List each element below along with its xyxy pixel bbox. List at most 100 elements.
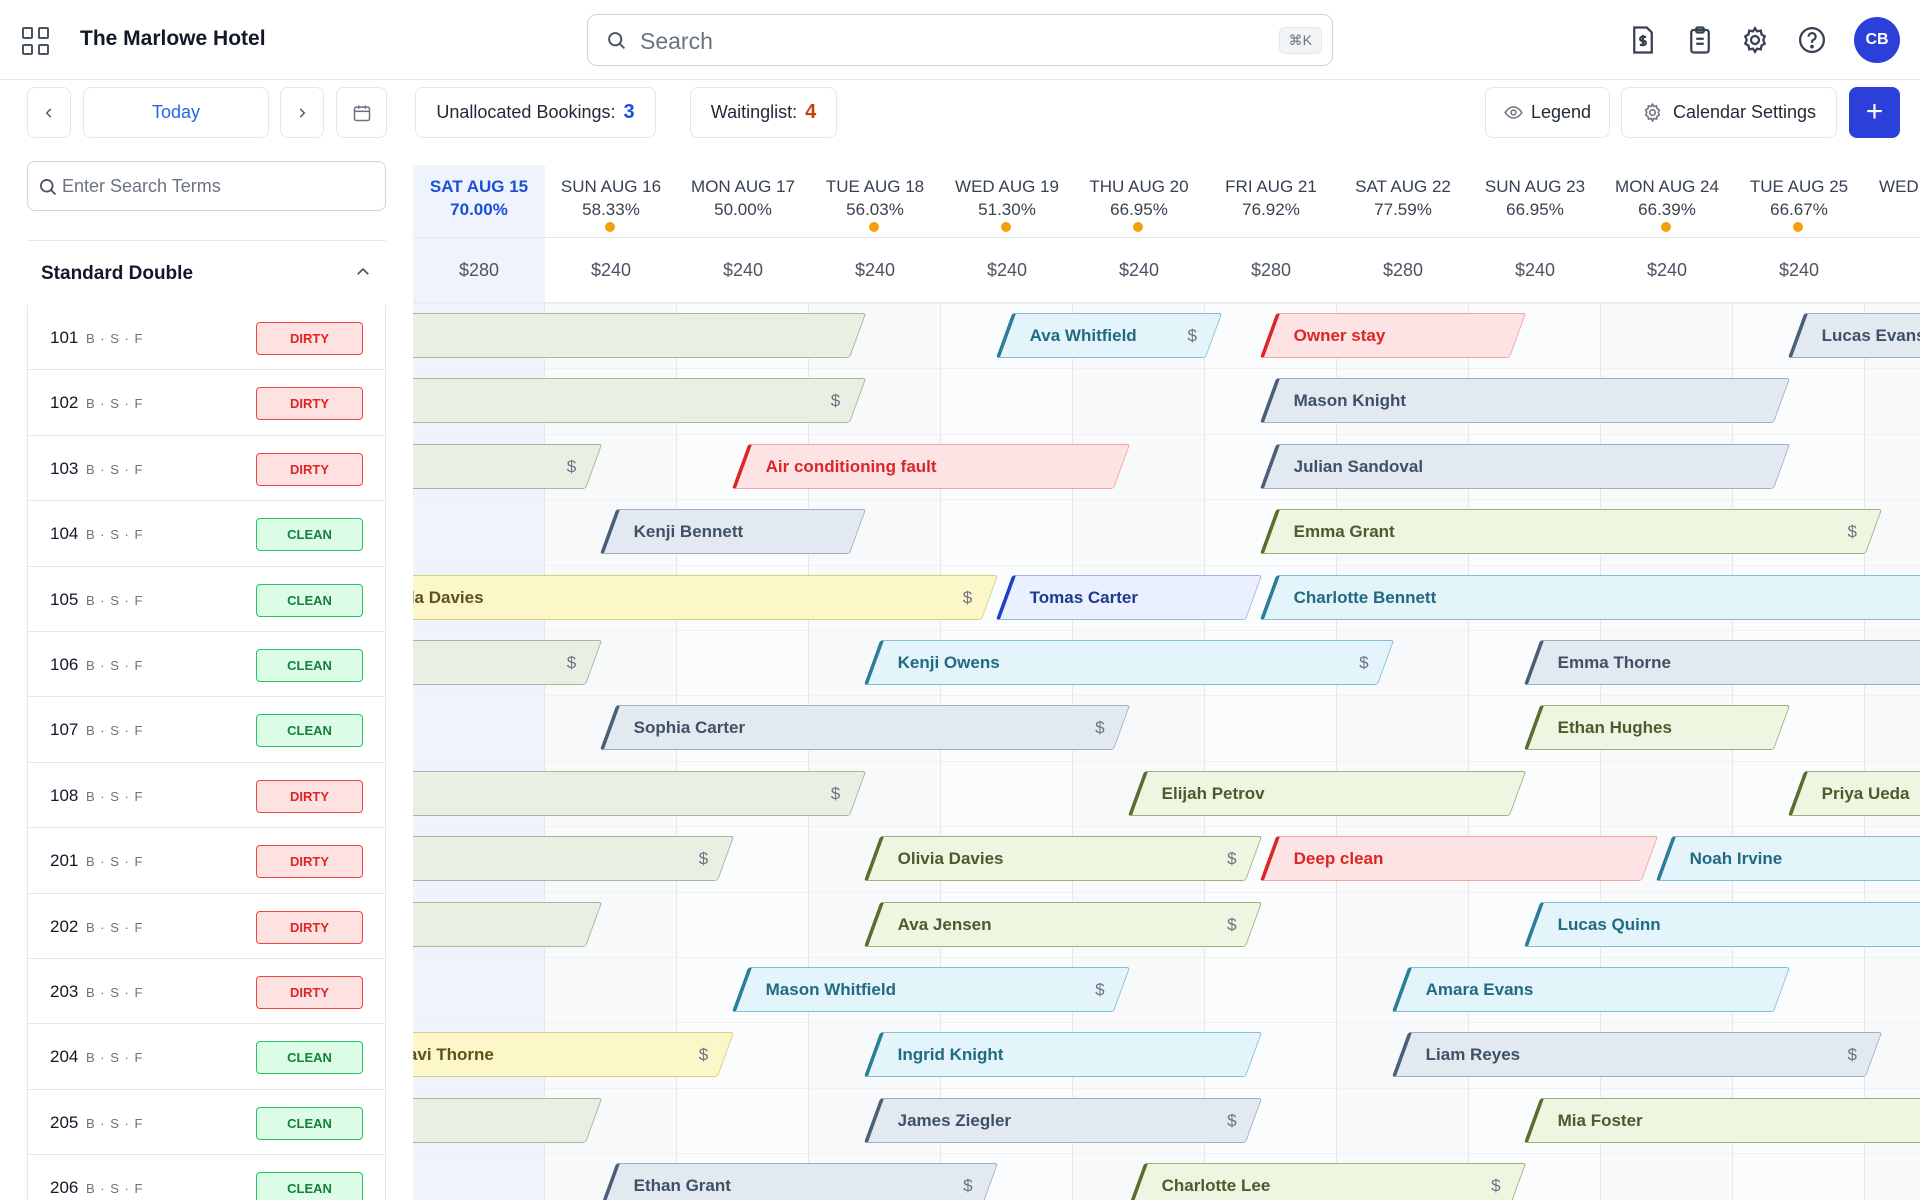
room-row[interactable]: 204 B · S · F CLEAN bbox=[28, 1024, 385, 1090]
help-icon[interactable] bbox=[1797, 25, 1827, 55]
booking-bar[interactable]: Ethan Grant $ bbox=[599, 1163, 998, 1200]
day-rate[interactable]: $240 bbox=[1073, 238, 1205, 303]
today-button[interactable]: Today bbox=[83, 87, 269, 138]
day-rate[interactable]: $240 bbox=[545, 238, 677, 303]
booking-bar[interactable]: $ bbox=[413, 378, 866, 424]
clipboard-icon[interactable] bbox=[1685, 25, 1715, 55]
booking-bar[interactable]: Priya Ueda bbox=[1787, 770, 1920, 816]
day-header[interactable]: SAT AUG 15 70.00% bbox=[413, 165, 545, 238]
day-rate[interactable]: $240 bbox=[1733, 238, 1865, 303]
booking-bar[interactable]: Amara Evans bbox=[1391, 967, 1790, 1012]
room-row[interactable]: 106 B · S · F CLEAN bbox=[28, 632, 385, 698]
booking-bar[interactable]: Kenji Owens $ bbox=[863, 640, 1394, 685]
room-row[interactable]: 102 B · S · F DIRTY bbox=[28, 370, 385, 436]
booking-bar[interactable]: Mia Foster bbox=[1523, 1097, 1920, 1143]
unallocated-bookings-button[interactable]: Unallocated Bookings: 3 bbox=[415, 87, 656, 138]
booking-bar[interactable]: Olivia Davies $ bbox=[863, 836, 1262, 882]
room-row[interactable]: 205 B · S · F CLEAN bbox=[28, 1090, 385, 1156]
booking-bar[interactable]: $ bbox=[413, 443, 602, 489]
booking-bar[interactable]: Isla Davies $ bbox=[413, 574, 998, 620]
housekeeping-status-badge[interactable]: DIRTY bbox=[256, 910, 363, 944]
day-header[interactable]: FRI AUG 21 76.92% bbox=[1205, 165, 1337, 238]
add-booking-button[interactable]: + bbox=[1849, 87, 1900, 138]
booking-bar[interactable] bbox=[413, 901, 602, 947]
housekeeping-status-badge[interactable]: CLEAN bbox=[256, 518, 363, 552]
booking-bar[interactable]: Deep clean bbox=[1259, 836, 1658, 882]
day-header[interactable]: WED AUG 26 64 bbox=[1865, 165, 1920, 238]
room-row[interactable]: 203 B · S · F DIRTY bbox=[28, 959, 385, 1025]
day-rate[interactable]: $240 bbox=[677, 238, 809, 303]
legend-button[interactable]: Legend bbox=[1485, 87, 1610, 138]
booking-bar[interactable]: Mason Whitfield $ bbox=[731, 967, 1130, 1012]
booking-bar[interactable]: Ethan Hughes bbox=[1523, 705, 1790, 751]
housekeeping-status-badge[interactable]: DIRTY bbox=[256, 322, 363, 355]
booking-bar[interactable]: Kenji Bennett bbox=[599, 509, 866, 555]
day-rate[interactable]: $240 bbox=[1469, 238, 1601, 303]
day-header[interactable]: MON AUG 17 50.00% bbox=[677, 165, 809, 238]
room-row[interactable]: 201 B · S · F DIRTY bbox=[28, 828, 385, 894]
booking-bar[interactable]: Emma Grant $ bbox=[1259, 509, 1883, 555]
room-row[interactable]: 107 B · S · F CLEAN bbox=[28, 697, 385, 763]
housekeeping-status-badge[interactable]: DIRTY bbox=[256, 975, 363, 1009]
date-picker-button[interactable] bbox=[336, 87, 387, 138]
housekeeping-status-badge[interactable]: CLEAN bbox=[256, 583, 363, 617]
booking-bar[interactable]: Lucas Evans bbox=[1787, 313, 1920, 358]
booking-bar[interactable]: Julian Sandoval bbox=[1259, 443, 1790, 489]
room-row[interactable]: 105 B · S · F CLEAN bbox=[28, 567, 385, 632]
housekeeping-status-badge[interactable]: CLEAN bbox=[256, 1106, 363, 1140]
booking-bar[interactable]: Emma Thorne bbox=[1523, 640, 1920, 685]
day-rate[interactable]: $280 bbox=[413, 238, 545, 303]
day-rate[interactable]: $240 bbox=[809, 238, 941, 303]
housekeeping-status-badge[interactable]: CLEAN bbox=[256, 714, 363, 748]
room-row[interactable]: 202 B · S · F DIRTY bbox=[28, 894, 385, 959]
housekeeping-status-badge[interactable]: CLEAN bbox=[256, 1041, 363, 1075]
booking-bar[interactable]: Liam Reyes $ bbox=[1391, 1032, 1883, 1078]
booking-bar[interactable]: Charlotte Bennett bbox=[1259, 574, 1920, 620]
booking-bar[interactable]: Charlotte Lee $ bbox=[1127, 1163, 1526, 1200]
housekeeping-status-badge[interactable]: DIRTY bbox=[256, 387, 363, 421]
day-header[interactable]: THU AUG 20 66.95% bbox=[1073, 165, 1205, 238]
booking-bar[interactable]: James Ziegler $ bbox=[863, 1097, 1262, 1143]
invoice-icon[interactable] bbox=[1628, 25, 1658, 55]
booking-bar[interactable]: Air conditioning fault bbox=[731, 443, 1130, 489]
booking-bar[interactable]: $ bbox=[413, 836, 734, 882]
apps-grid-icon[interactable] bbox=[22, 27, 50, 55]
booking-bar[interactable]: Ava Whitfield $ bbox=[995, 313, 1223, 358]
room-group-header[interactable]: Standard Double bbox=[27, 240, 386, 305]
booking-bar[interactable]: Noah Irvine bbox=[1655, 836, 1920, 882]
booking-bar[interactable]: Ava Jensen $ bbox=[863, 901, 1262, 947]
chevron-up-icon[interactable] bbox=[354, 263, 372, 281]
day-header[interactable]: TUE AUG 18 56.03% bbox=[809, 165, 941, 238]
booking-bar[interactable]: Lucas Quinn bbox=[1523, 901, 1920, 947]
day-header[interactable]: WED AUG 19 51.30% bbox=[941, 165, 1073, 238]
housekeeping-status-badge[interactable]: CLEAN bbox=[256, 648, 363, 682]
day-rate[interactable]: $280 bbox=[1205, 238, 1337, 303]
booking-bar[interactable]: Ingrid Knight bbox=[863, 1032, 1262, 1078]
room-search-input[interactable]: Enter Search Terms bbox=[27, 161, 386, 211]
gear-icon[interactable] bbox=[1740, 25, 1770, 55]
room-row[interactable]: 104 B · S · F CLEAN bbox=[28, 501, 385, 567]
day-rate[interactable]: $ bbox=[1865, 238, 1920, 303]
booking-bar[interactable]: $ bbox=[413, 640, 602, 685]
day-rate[interactable]: $240 bbox=[941, 238, 1073, 303]
global-search[interactable]: Search ⌘K bbox=[587, 14, 1333, 66]
booking-bar[interactable] bbox=[413, 313, 866, 358]
room-row[interactable]: 108 B · S · F DIRTY bbox=[28, 763, 385, 829]
day-header[interactable]: MON AUG 24 66.39% bbox=[1601, 165, 1733, 238]
booking-bar[interactable]: Sophia Carter $ bbox=[599, 705, 1130, 751]
waitinglist-button[interactable]: Waitinglist: 4 bbox=[690, 87, 837, 138]
housekeeping-status-badge[interactable]: DIRTY bbox=[256, 452, 363, 486]
housekeeping-status-badge[interactable]: DIRTY bbox=[256, 845, 363, 879]
user-avatar[interactable]: CB bbox=[1854, 17, 1900, 63]
housekeeping-status-badge[interactable]: DIRTY bbox=[256, 779, 363, 813]
day-rate[interactable]: $240 bbox=[1601, 238, 1733, 303]
day-header[interactable]: SUN AUG 23 66.95% bbox=[1469, 165, 1601, 238]
room-row[interactable]: 103 B · S · F DIRTY bbox=[28, 436, 385, 502]
booking-bar[interactable]: Mason Knight bbox=[1259, 378, 1790, 424]
booking-bar[interactable]: Owner stay bbox=[1259, 313, 1526, 358]
booking-bar[interactable]: Elijah Petrov bbox=[1127, 770, 1526, 816]
booking-bar[interactable]: $ bbox=[413, 770, 866, 816]
housekeeping-status-badge[interactable]: CLEAN bbox=[256, 1172, 363, 1200]
day-header[interactable]: SUN AUG 16 58.33% bbox=[545, 165, 677, 238]
prev-button[interactable] bbox=[27, 87, 71, 138]
